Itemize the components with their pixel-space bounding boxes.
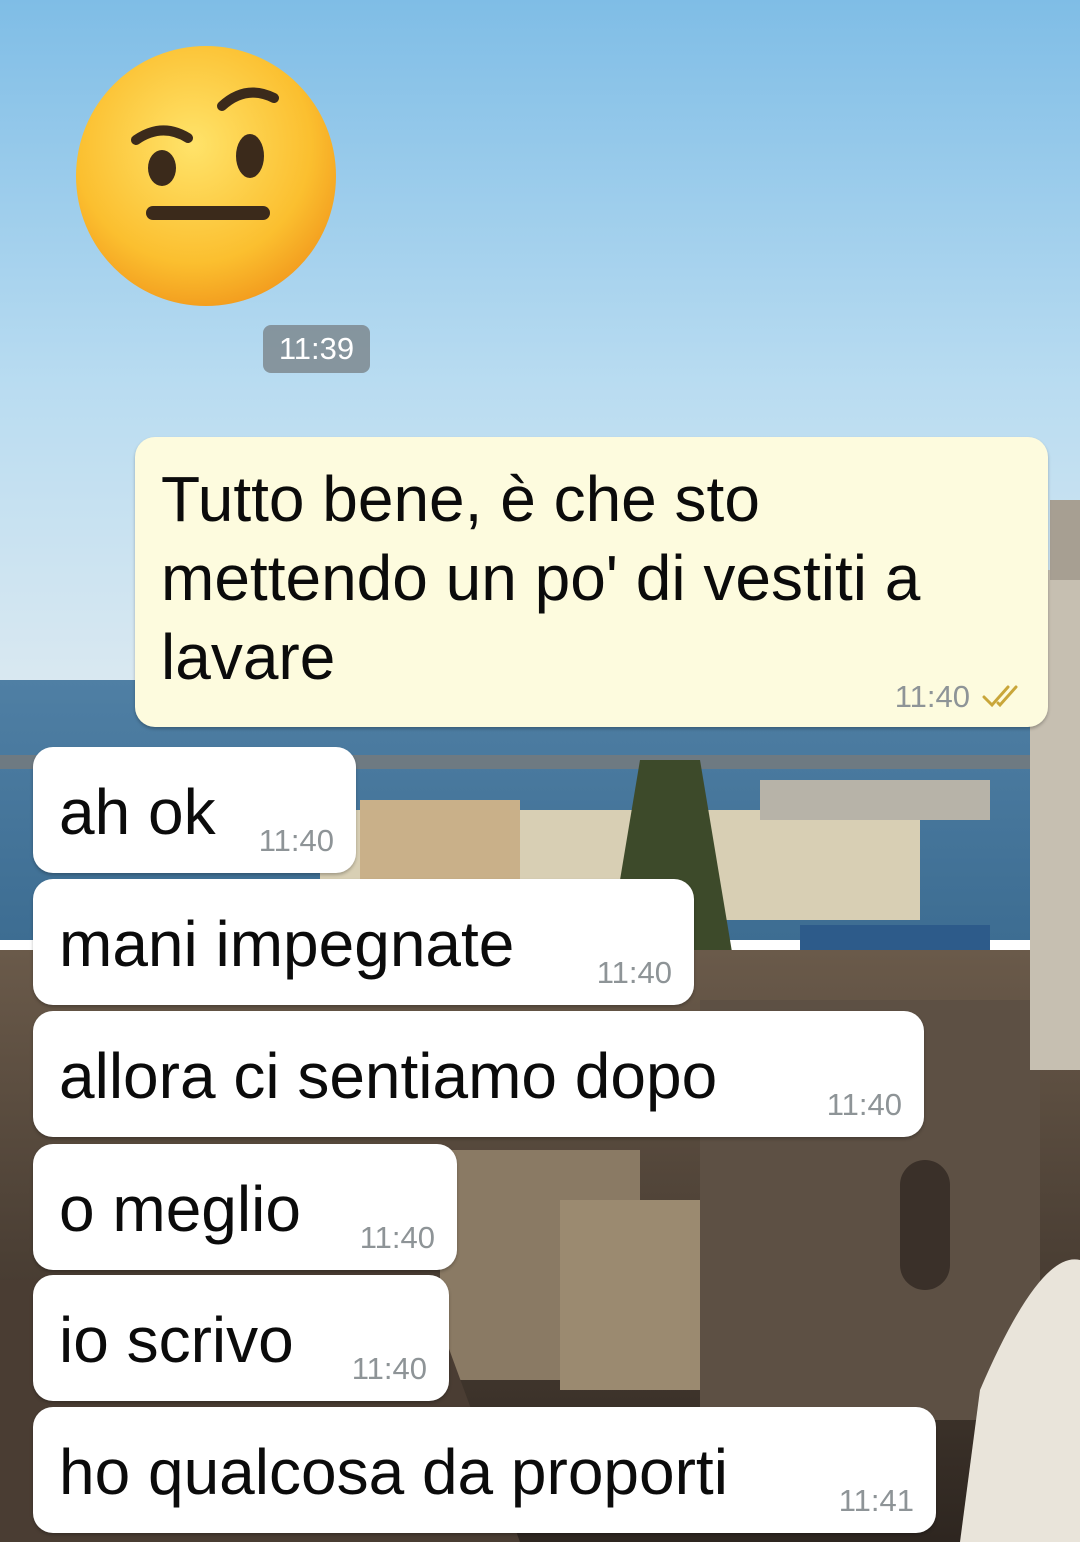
outgoing-message-bubble[interactable]: Tutto bene, è che sto mettendo un po' di… <box>135 437 1048 727</box>
message-time: 11:40 <box>894 679 970 714</box>
incoming-message-bubble[interactable]: ho qualcosa da proporti 11:41 <box>33 1407 936 1533</box>
incoming-message-bubble[interactable]: allora ci sentiamo dopo 11:40 <box>33 1011 924 1137</box>
message-text: ah ok <box>59 776 216 848</box>
incoming-message-bubble[interactable]: mani impegnate 11:40 <box>33 879 694 1005</box>
message-text: allora ci sentiamo dopo <box>59 1040 718 1112</box>
face-with-raised-eyebrow-icon[interactable] <box>74 44 338 308</box>
message-time: 11:40 <box>826 1087 902 1122</box>
message-time: 11:40 <box>351 1351 427 1386</box>
message-text: o meglio <box>59 1173 301 1245</box>
incoming-message-bubble[interactable]: ah ok 11:40 <box>33 747 356 873</box>
incoming-message-bubble[interactable]: o meglio 11:40 <box>33 1144 457 1270</box>
message-time: 11:40 <box>258 823 334 858</box>
message-text: ho qualcosa da proporti <box>59 1436 728 1508</box>
message-text: Tutto bene, è che sto mettendo un po' di… <box>161 463 921 693</box>
incoming-message-bubble[interactable]: io scrivo 11:40 <box>33 1275 449 1401</box>
message-time: 11:41 <box>838 1483 914 1518</box>
message-time: 11:40 <box>359 1220 435 1255</box>
message-time: 11:40 <box>596 955 672 990</box>
message-text: io scrivo <box>59 1304 294 1376</box>
sticker-timestamp: 11:39 <box>263 325 370 373</box>
double-check-read-icon <box>982 685 1018 708</box>
message-text: mani impegnate <box>59 908 515 980</box>
